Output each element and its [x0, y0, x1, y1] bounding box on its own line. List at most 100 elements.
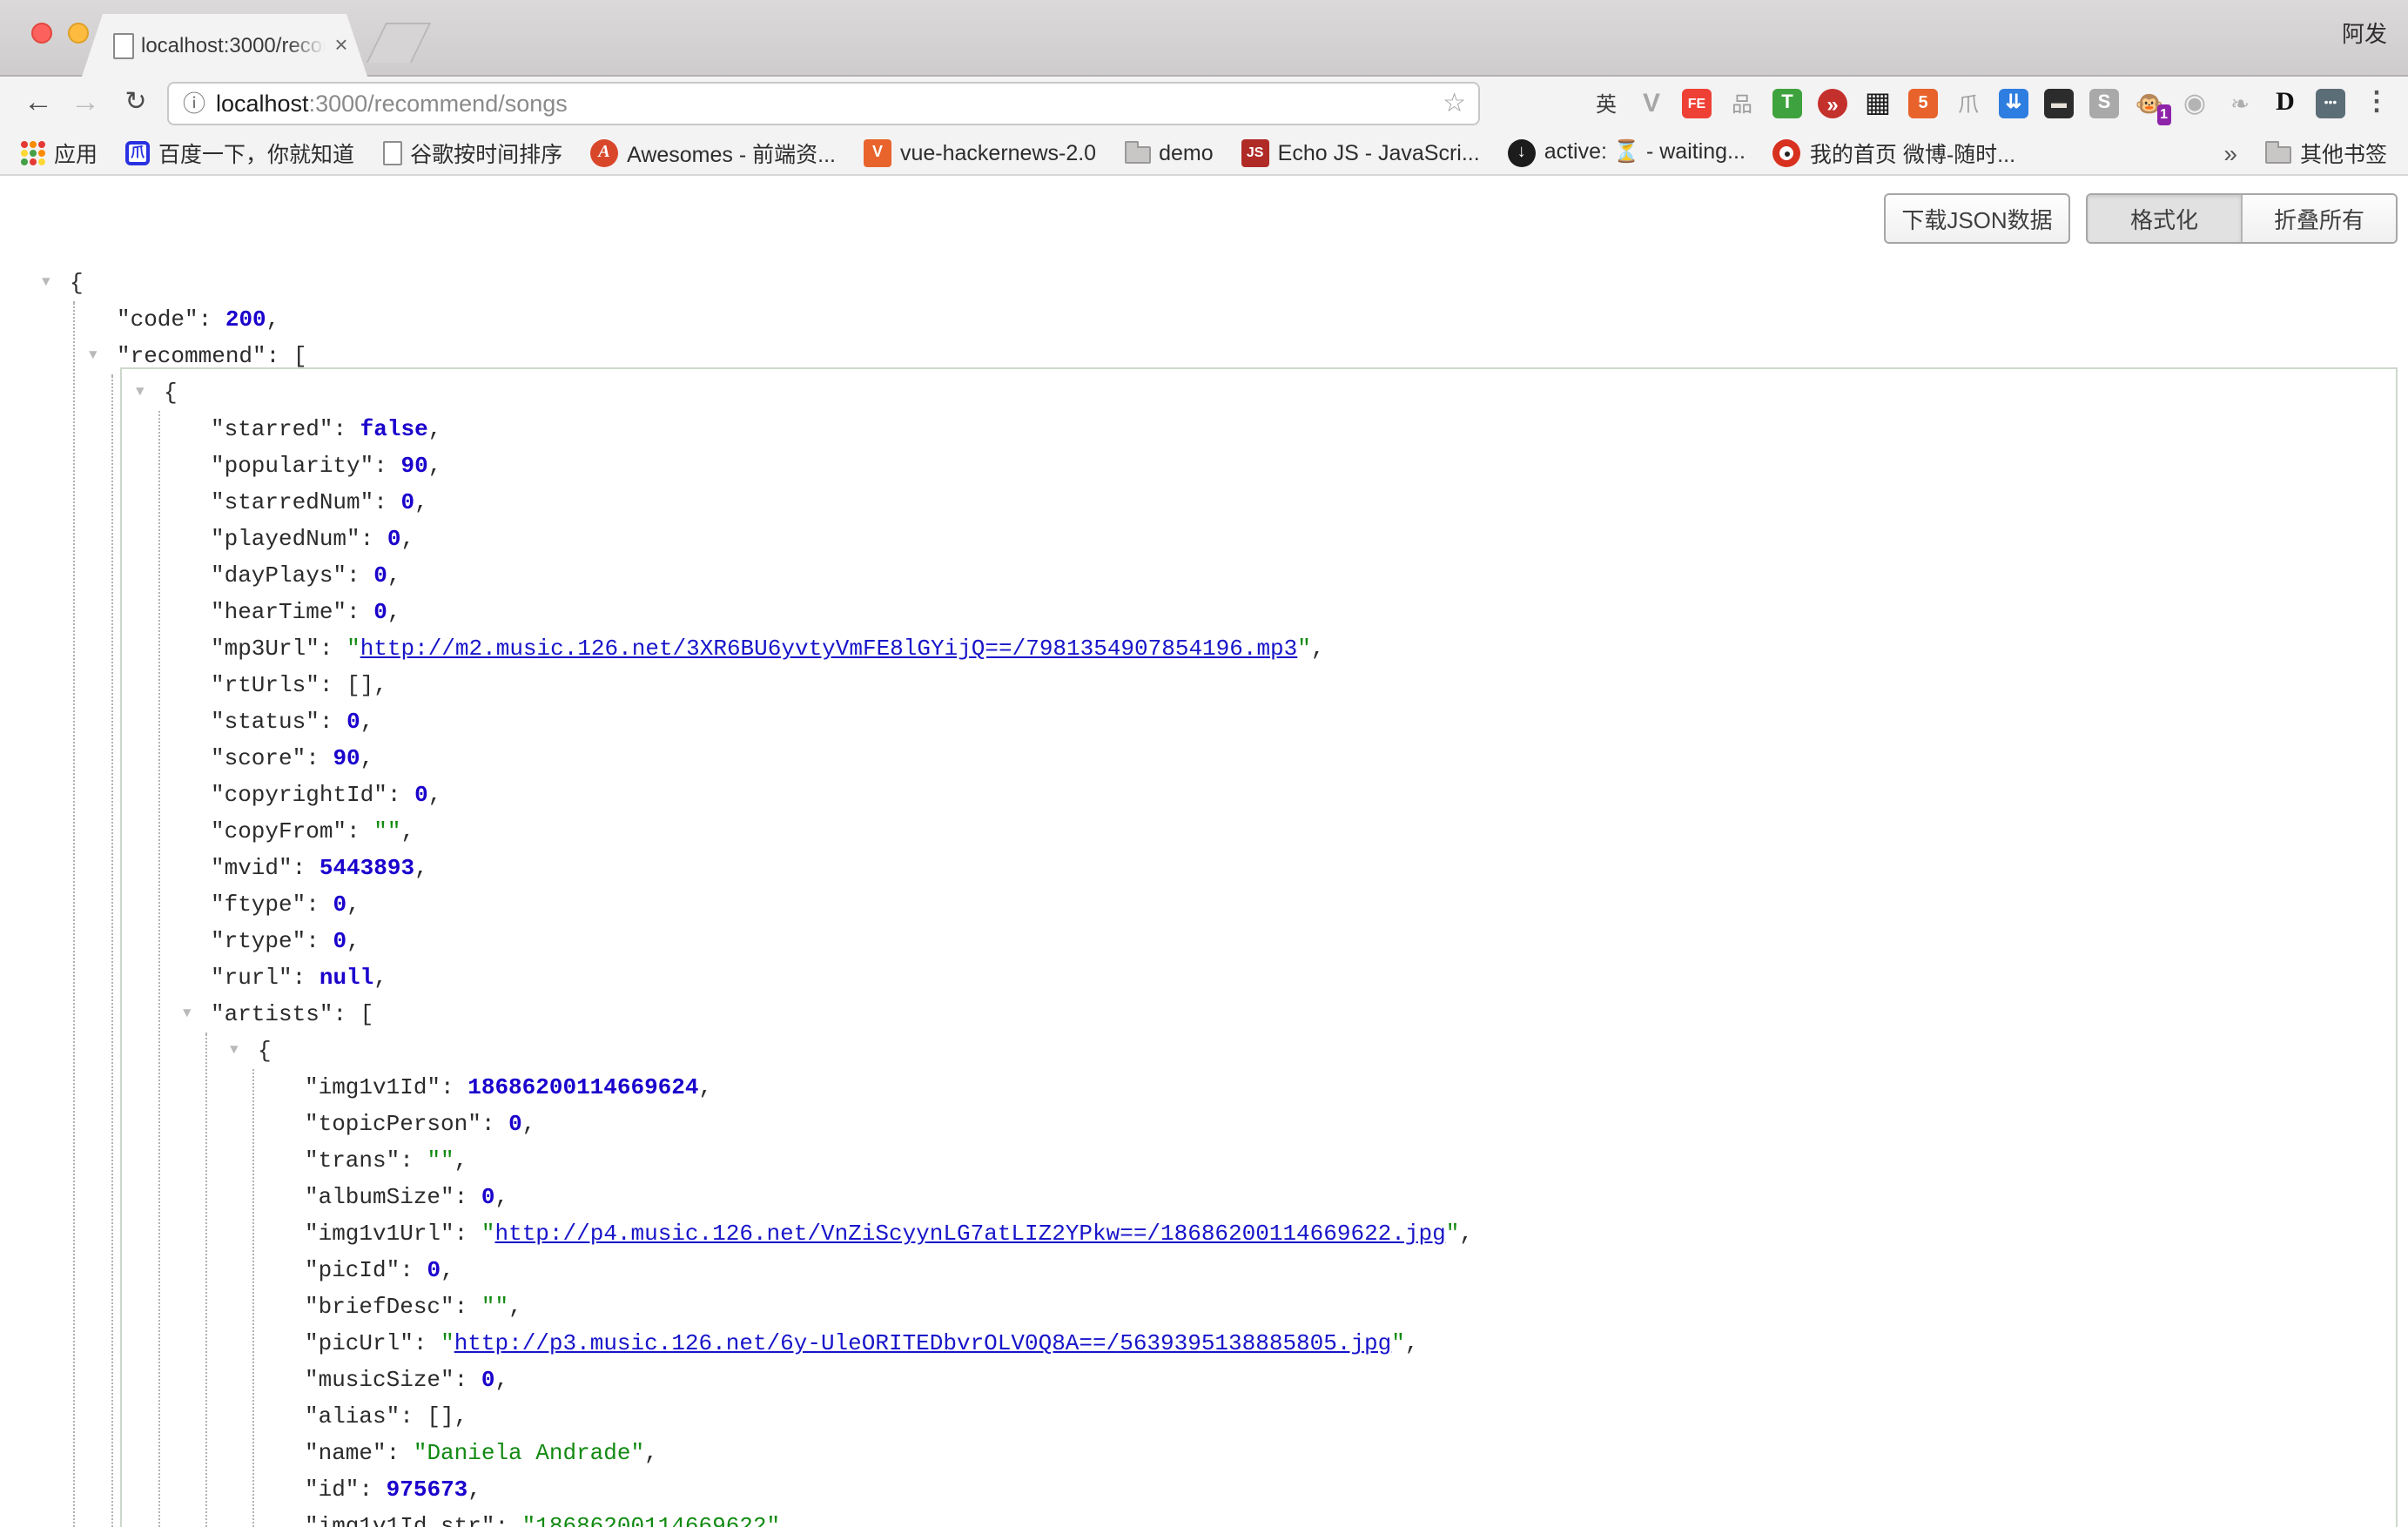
collapse-toggle-icon[interactable]: ▼ [136, 374, 145, 411]
bookmark-label: vue-hackernews-2.0 [900, 140, 1096, 165]
s-icon[interactable]: S [2089, 89, 2119, 118]
profile-name[interactable]: 阿发 [2342, 16, 2387, 49]
json-token: 0 [508, 1111, 522, 1137]
json-token: , [508, 1294, 522, 1320]
ninja-icon[interactable]: ▬ [2044, 89, 2074, 118]
bookmark-echojs[interactable]: JSEcho JS - JavaScri... [1241, 138, 1480, 166]
json-token: { [164, 380, 178, 406]
json-token: " [441, 1330, 454, 1356]
format-button[interactable]: 格式化 [2088, 195, 2241, 242]
json-token: : [387, 1440, 414, 1466]
bookmark-weibo[interactable]: 我的首页 微博-随时... [1773, 136, 2015, 169]
hummingbird-icon[interactable]: ❧ [2225, 89, 2255, 118]
browser-menu-icon[interactable]: ⋮ [2359, 77, 2394, 131]
fastforward-icon[interactable]: » [1818, 89, 1847, 118]
bookmark-label: 百度一下，你就知道 [158, 136, 354, 169]
json-link[interactable]: http://p3.music.126.net/6y-UleORITEDbvrO… [454, 1330, 1392, 1356]
json-token: "img1v1Url" [305, 1221, 454, 1247]
json-token: , [1459, 1221, 1473, 1247]
json-line: "copyFrom": "", [0, 813, 2408, 850]
monkey-icon[interactable]: 🐵1 [2135, 89, 2164, 118]
json-line: "playedNum": 0, [0, 521, 2408, 557]
json-link[interactable]: http://m2.music.126.net/3XR6BU6yvtyVmFE8… [360, 636, 1298, 662]
shield-download-icon[interactable]: ⇊ [1999, 89, 2028, 118]
bookmark-awesomes[interactable]: AAwesomes - 前端资... [590, 136, 836, 169]
json-token: : [454, 1184, 481, 1210]
json-line: "topicPerson": 0, [0, 1106, 2408, 1142]
bookmarks-bar: 应用爪百度一下，你就知道 谷歌按时间排序 AAwesomes - 前端资... Vvu… [0, 131, 2408, 176]
page-info-icon[interactable]: ⓘ [183, 84, 205, 124]
bookmark-active-download[interactable]: ↓active: ⏳ - waiting... [1508, 138, 1745, 166]
vue-icon: V [864, 138, 891, 166]
json-line: "img1v1Id": 18686200114669624, [0, 1069, 2408, 1106]
bookmark-vue-hackernews[interactable]: Vvue-hackernews-2.0 [864, 138, 1096, 166]
minimize-window-button[interactable] [68, 23, 89, 44]
reload-button[interactable]: ↻ [115, 77, 157, 131]
json-token: : [373, 453, 400, 479]
json-line: "name": "Daniela Andrade", [0, 1435, 2408, 1471]
html5-player-icon[interactable]: 5 [1908, 89, 1938, 118]
bookmark-label: 谷歌按时间排序 [410, 136, 562, 169]
more-tools-icon[interactable]: ••• [2316, 89, 2345, 118]
folder-icon [1124, 146, 1150, 164]
paw-icon[interactable]: 爪 [1954, 89, 1983, 118]
bookmark-star-icon[interactable]: ☆ [1443, 84, 1466, 124]
bookmarks-overflow-icon[interactable]: » [2223, 138, 2237, 166]
new-tab-button[interactable] [367, 23, 431, 63]
weibo-ball-icon[interactable]: ◉ [2180, 89, 2210, 118]
collapse-toggle-icon[interactable]: ▼ [89, 338, 98, 374]
json-line: "starred": false, [0, 411, 2408, 447]
d-icon[interactable]: D [2270, 89, 2300, 118]
json-token: " [481, 1221, 495, 1247]
json-line: "musicSize": 0, [0, 1362, 2408, 1398]
browser-tab[interactable]: localhost:3000/recommend/so × [82, 14, 367, 77]
json-line: "alias": [], [0, 1398, 2408, 1435]
tab-title-fade [287, 14, 326, 77]
json-token: "rtUrls" [211, 672, 319, 698]
back-button[interactable]: ← [17, 77, 59, 131]
json-token: " [1297, 636, 1311, 662]
json-line: ▼"artists": [ [0, 996, 2408, 1033]
bookmark-demo-folder[interactable]: demo [1124, 140, 1214, 165]
json-link[interactable]: http://p4.music.126.net/VnZiScyynLG7atLI… [495, 1221, 1446, 1247]
address-bar[interactable]: ⓘ localhost:3000/recommend/songs ☆ [167, 82, 1480, 125]
json-line: "rtUrls": [], [0, 667, 2408, 703]
bookmark-apps[interactable]: 应用 [21, 136, 98, 169]
json-token: "code" [117, 306, 198, 333]
qr-code-icon[interactable]: ▦ [1863, 89, 1893, 118]
download-json-button[interactable]: 下载JSON数据 [1884, 193, 2070, 244]
json-line: "mp3Url": "http://m2.music.126.net/3XR6B… [0, 630, 2408, 667]
shield-t-icon[interactable]: T [1772, 89, 1802, 118]
json-token: "dayPlays" [211, 562, 346, 589]
json-token: "alias" [305, 1403, 400, 1429]
vimium-icon[interactable]: V [1637, 89, 1666, 118]
bookmark-google-sort[interactable]: 谷歌按时间排序 [382, 136, 562, 169]
other-bookmarks-folder[interactable]: 其他书签 [2265, 136, 2387, 169]
fe-icon[interactable]: FE [1682, 89, 1712, 118]
json-token: , [373, 965, 387, 991]
json-token: : [346, 599, 373, 625]
json-token: " [1391, 1330, 1405, 1356]
json-token: "popularity" [211, 453, 373, 479]
forward-button[interactable]: → [64, 77, 106, 131]
json-token: "musicSize" [305, 1367, 454, 1393]
collapse-toggle-icon[interactable]: ▼ [42, 265, 50, 301]
json-token: , [428, 453, 442, 479]
bookmark-label: demo [1159, 140, 1214, 165]
json-token: "rtype" [211, 928, 306, 954]
collapse-all-button[interactable]: 折叠所有 [2241, 195, 2396, 242]
apps-grid-dot [38, 140, 45, 147]
json-token: : [306, 745, 333, 771]
tab-close-icon[interactable]: × [327, 14, 355, 77]
close-window-button[interactable] [31, 23, 52, 44]
json-token: "" [373, 818, 400, 844]
translate-icon[interactable]: 英 [1591, 89, 1621, 118]
bookmark-baidu[interactable]: 爪百度一下，你就知道 [125, 136, 354, 169]
json-token: : [], [319, 672, 387, 698]
json-token: "name" [305, 1440, 387, 1466]
collapse-toggle-icon[interactable]: ▼ [230, 1033, 239, 1069]
sitemap-icon[interactable]: 品 [1727, 89, 1757, 118]
json-token: , [414, 489, 428, 515]
json-token: , [428, 416, 442, 442]
collapse-toggle-icon[interactable]: ▼ [183, 996, 192, 1033]
